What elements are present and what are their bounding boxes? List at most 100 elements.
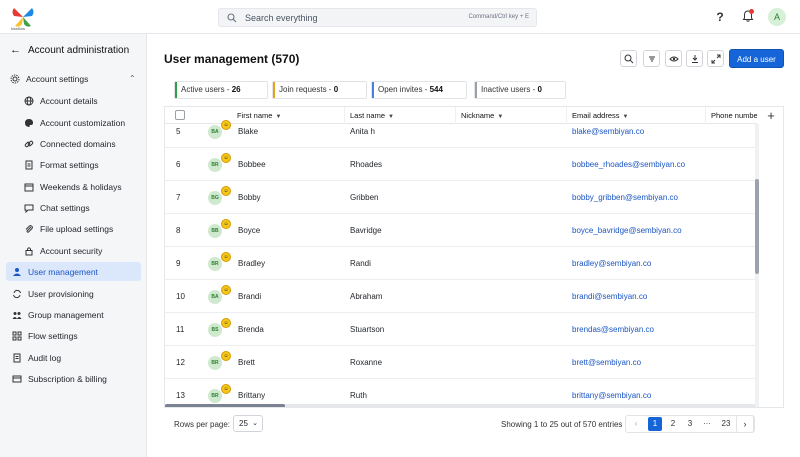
- globe-icon: [24, 96, 34, 106]
- table-row[interactable]: 11 BS ☺ Brenda Stuartson brendas@sembiyan.co: [165, 313, 755, 346]
- first-name-cell: Boyce: [238, 226, 261, 235]
- vertical-scrollbar[interactable]: [755, 124, 759, 407]
- sidebar-item-account-customization[interactable]: Account customization: [0, 113, 141, 132]
- stat-label: Active users -: [181, 85, 232, 94]
- page-button-3[interactable]: 3: [683, 417, 697, 431]
- stat-label: Join requests -: [279, 85, 334, 94]
- sidebar-item-format-settings[interactable]: Format settings: [0, 155, 141, 174]
- first-name-cell: Brenda: [238, 325, 264, 334]
- sidebar-item-account-details[interactable]: Account details: [0, 91, 141, 110]
- prev-page-button[interactable]: ‹: [629, 417, 643, 431]
- rows-per-page-select[interactable]: 25 ⌄: [233, 415, 263, 432]
- row-number: 10: [176, 292, 185, 301]
- sidebar-item-label: Format settings: [40, 159, 99, 170]
- log-icon: [12, 353, 22, 363]
- horizontal-scroll-thumb[interactable]: [165, 404, 285, 407]
- sidebar-item-chat-settings[interactable]: Chat settings: [0, 198, 141, 217]
- search-input[interactable]: Search everything: [245, 13, 318, 23]
- stat-value: 0: [537, 85, 542, 94]
- table-row[interactable]: 8 BB ☺ Boyce Bavridge boyce_bavridge@sembiyan…: [165, 214, 755, 247]
- sidebar-item-user-provisioning[interactable]: User provisioning: [0, 284, 141, 303]
- email-cell[interactable]: bobbee_rhoades@sembiyan.co: [572, 148, 685, 181]
- filter-icon: [648, 56, 655, 61]
- email-cell[interactable]: bradley@sembiyan.co: [572, 247, 651, 280]
- sidebar-item-flow-settings[interactable]: Flow settings: [0, 326, 141, 345]
- users-table: First name ▼ Last name ▼ Nickname ▼ Email a…: [164, 106, 784, 408]
- user-avatar[interactable]: A: [768, 8, 786, 26]
- last-name-cell: Bavridge: [350, 226, 382, 235]
- last-name-cell: Roxanne: [350, 358, 383, 367]
- vertical-scroll-thumb[interactable]: [755, 179, 759, 274]
- billing-icon: [12, 374, 22, 384]
- email-cell[interactable]: brett@sembiyan.co: [572, 346, 641, 379]
- sidebar-item-file-upload-settings[interactable]: File upload settings: [0, 219, 141, 238]
- table-row[interactable]: 12 BR ☺ Brett Roxanne brett@sembiyan.co: [165, 346, 755, 379]
- email-cell[interactable]: brandi@sembiyan.co: [572, 280, 647, 313]
- emoji-badge-icon: ☺: [221, 153, 231, 163]
- filter-button[interactable]: [643, 50, 660, 67]
- page-button-23[interactable]: 23: [716, 417, 736, 431]
- email-cell[interactable]: boyce_bavridge@sembiyan.co: [572, 214, 682, 247]
- table-row[interactable]: 9 BR ☺ Bradley Randi bradley@sembiyan.co: [165, 247, 755, 280]
- sidebar-item-group-management[interactable]: Group management: [0, 305, 141, 324]
- avatar: BB: [208, 224, 222, 238]
- stat-label: Inactive users -: [481, 85, 538, 94]
- sidebar-section-account-settings[interactable]: Account settings: [0, 69, 141, 88]
- page-button-2[interactable]: 2: [666, 417, 680, 431]
- stat-value: 26: [231, 85, 241, 94]
- export-button[interactable]: [686, 50, 703, 67]
- next-page-button[interactable]: ›: [736, 415, 754, 433]
- sidebar-item-label: Audit log: [28, 352, 62, 363]
- stat-inactive-users[interactable]: Inactive users - 0: [474, 81, 566, 99]
- lock-icon: [24, 246, 34, 256]
- table-row[interactable]: 6 BR ☺ Bobbee Rhoades bobbee_rhoades@sembiyan…: [165, 148, 755, 181]
- sidebar-item-connected-domains[interactable]: Connected domains: [0, 134, 141, 153]
- table-row[interactable]: 10 BA ☺ Brandi Abraham brandi@sembiyan.co: [165, 280, 755, 313]
- sidebar-item-subscription-billing[interactable]: Subscription & billing: [0, 369, 141, 388]
- sidebar-item-weekends-holidays[interactable]: Weekends & holidays: [0, 177, 141, 196]
- avatar: BS: [208, 323, 222, 337]
- stat-color-bar: [175, 82, 177, 98]
- row-number: 8: [176, 226, 181, 235]
- table-row[interactable]: 5 BA ☺ Blake Anita h blake@sembiyan.co: [165, 115, 755, 148]
- gear-icon: [10, 74, 20, 84]
- sidebar-item-label: Group management: [28, 309, 104, 320]
- download-icon: [691, 54, 698, 63]
- sidebar-item-label: Flow settings: [28, 330, 78, 341]
- stat-active-users[interactable]: Active users - 26: [174, 81, 268, 99]
- row-number: 12: [176, 358, 185, 367]
- row-number: 7: [176, 193, 181, 202]
- first-name-cell: Bobbee: [238, 160, 266, 169]
- sidebar-item-label: Account customization: [40, 117, 126, 128]
- horizontal-scrollbar[interactable]: [165, 404, 755, 407]
- row-number: 9: [176, 259, 181, 268]
- back-arrow-icon[interactable]: ←: [10, 44, 22, 56]
- emoji-badge-icon: ☺: [221, 120, 231, 130]
- global-search[interactable]: Search everything Command/Ctrl key + E: [218, 8, 537, 27]
- sidebar-item-label: Weekends & holidays: [40, 181, 122, 192]
- sidebar-item-audit-log[interactable]: Audit log: [0, 348, 141, 367]
- email-cell[interactable]: blake@sembiyan.co: [572, 115, 644, 148]
- add-user-button[interactable]: Add a user: [729, 49, 784, 68]
- fullscreen-button[interactable]: [707, 50, 724, 67]
- page-button-1[interactable]: 1: [648, 417, 662, 431]
- sidebar-item-account-security[interactable]: Account security: [0, 241, 141, 260]
- sidebar-header[interactable]: ← Account administration: [10, 44, 129, 56]
- avatar: BA: [208, 290, 222, 304]
- stat-open-invites[interactable]: Open invites - 544: [371, 81, 467, 99]
- help-icon[interactable]: ?: [713, 10, 727, 24]
- user-icon: [12, 267, 22, 277]
- sidebar-item-label: User provisioning: [28, 288, 94, 299]
- stat-join-requests[interactable]: Join requests - 0: [272, 81, 367, 99]
- flow-icon: [12, 331, 22, 341]
- email-cell[interactable]: bobby_gribben@sembiyan.co: [572, 181, 678, 214]
- group-icon: [12, 310, 22, 320]
- stat-label: Open invites -: [378, 85, 430, 94]
- table-row[interactable]: 7 BG ☺ Bobby Gribben bobby_gribben@sembiyan.c…: [165, 181, 755, 214]
- chevron-up-icon[interactable]: ⌃: [129, 74, 136, 83]
- sidebar-item-user-management[interactable]: User management: [6, 262, 141, 281]
- add-column-button[interactable]: +: [757, 107, 783, 124]
- view-columns-button[interactable]: [665, 50, 682, 67]
- search-table-button[interactable]: [620, 50, 637, 67]
- email-cell[interactable]: brendas@sembiyan.co: [572, 313, 654, 346]
